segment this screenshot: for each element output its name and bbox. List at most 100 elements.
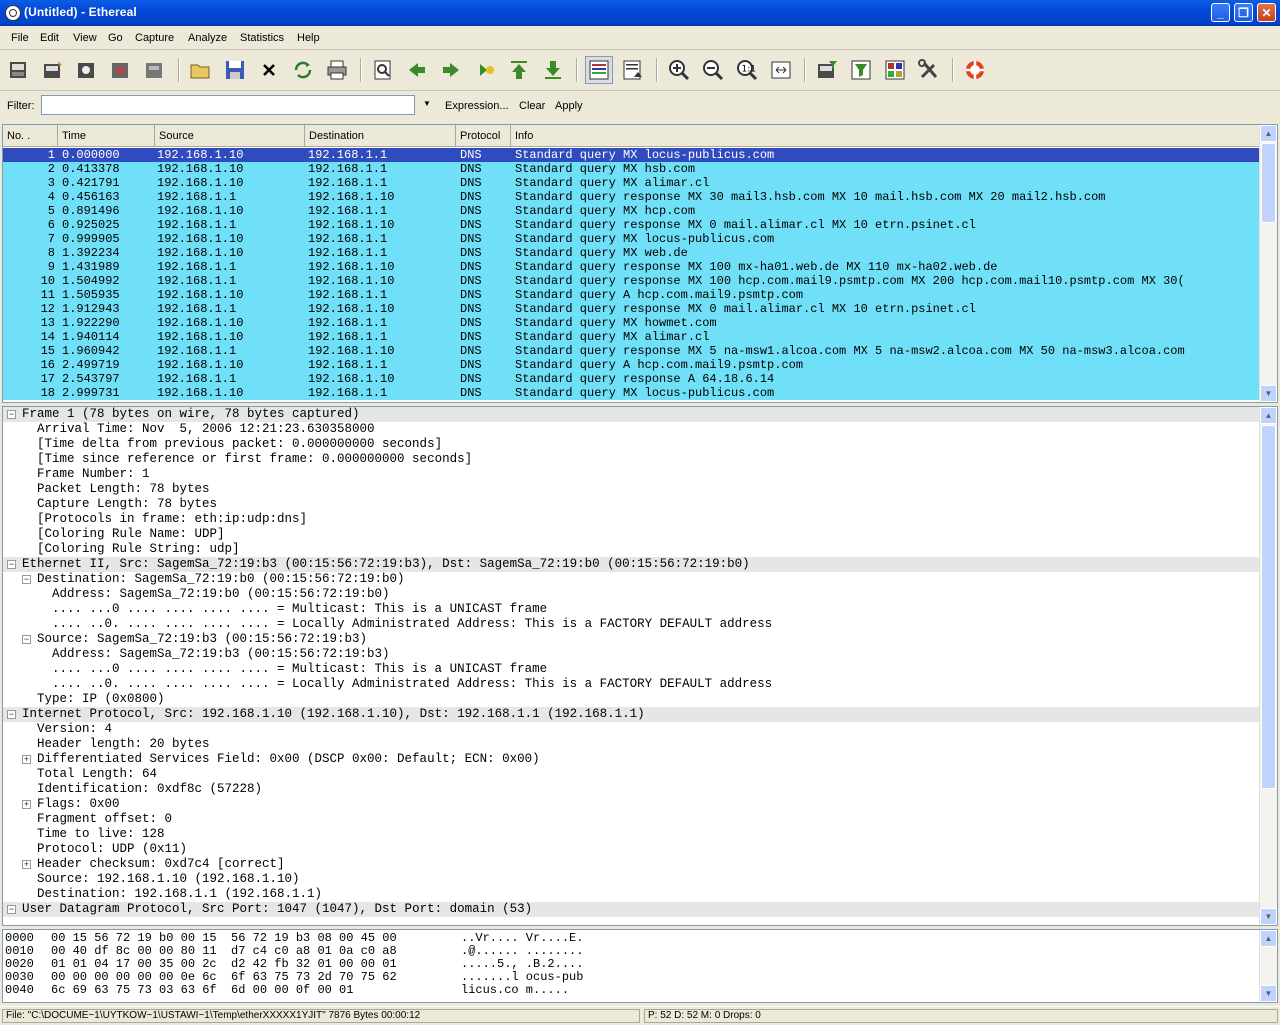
stop-icon[interactable] xyxy=(107,56,135,84)
close-icon[interactable] xyxy=(255,56,283,84)
menu-analyze[interactable]: Analyze xyxy=(188,32,227,44)
detail-field[interactable]: Arrival Time: Nov 5, 2006 12:21:23.63035… xyxy=(3,422,1259,437)
maximize-button[interactable]: ❐ xyxy=(1234,3,1253,22)
detail-protocol-header[interactable]: − Ethernet II, Src: SagemSa_72:19:b3 (00:… xyxy=(3,557,1259,572)
detail-field[interactable]: .... ...0 .... .... .... .... = Multicas… xyxy=(3,602,1259,617)
column-source[interactable]: Source xyxy=(155,125,305,147)
coloring-icon[interactable] xyxy=(881,56,909,84)
packet-row[interactable]: 9 1.431989 192.168.1.1 192.168.1.10 DNS Stand… xyxy=(3,260,1259,274)
find-icon[interactable] xyxy=(369,56,397,84)
detail-field[interactable]: Source: 192.168.1.10 (192.168.1.10) xyxy=(3,872,1259,887)
packet-row[interactable]: 14 1.940114 192.168.1.10 192.168.1.1 DNS Stan… xyxy=(3,330,1259,344)
detail-field[interactable]: [Coloring Rule Name: UDP] xyxy=(3,527,1259,542)
column-destination[interactable]: Destination xyxy=(305,125,456,147)
collapse-icon[interactable]: − xyxy=(7,905,16,914)
packet-row[interactable]: 4 0.456163 192.168.1.1 192.168.1.10 DNS Stand… xyxy=(3,190,1259,204)
last-icon[interactable] xyxy=(539,56,567,84)
packet-row[interactable]: 2 0.413378 192.168.1.10 192.168.1.1 DNS Stand… xyxy=(3,162,1259,176)
app-icon[interactable] xyxy=(5,5,21,21)
collapse-icon[interactable]: − xyxy=(7,560,16,569)
scroll-up-icon[interactable]: ▲ xyxy=(1260,125,1277,142)
detail-field[interactable]: + Header checksum: 0xd7c4 [correct] xyxy=(3,857,1259,872)
detail-field[interactable]: Total Length: 64 xyxy=(3,767,1259,782)
goto-icon[interactable] xyxy=(471,56,499,84)
detail-field[interactable]: .... ...0 .... .... .... .... = Multicas… xyxy=(3,662,1259,677)
preferences-icon[interactable] xyxy=(915,56,943,84)
detail-field[interactable]: − Destination: SagemSa_72:19:b0 (00:15:56… xyxy=(3,572,1259,587)
packet-row[interactable]: 18 2.999731 192.168.1.10 192.168.1.1 DNS Stan… xyxy=(3,386,1259,400)
detail-field[interactable]: Header length: 20 bytes xyxy=(3,737,1259,752)
packet-row[interactable]: 3 0.421791 192.168.1.10 192.168.1.1 DNS Stand… xyxy=(3,176,1259,190)
menu-capture[interactable]: Capture xyxy=(135,32,174,44)
first-icon[interactable] xyxy=(505,56,533,84)
packet-list-scrollbar[interactable]: ▲ ▼ xyxy=(1259,125,1277,402)
options-icon[interactable] xyxy=(39,56,67,84)
details-scrollbar[interactable]: ▲ ▼ xyxy=(1259,407,1277,925)
minimize-button[interactable]: _ xyxy=(1211,3,1230,22)
packet-row[interactable]: 12 1.912943 192.168.1.1 192.168.1.10 DNS Stan… xyxy=(3,302,1259,316)
expand-icon[interactable]: + xyxy=(22,860,31,869)
detail-field[interactable]: [Time delta from previous packet: 0.0000… xyxy=(3,437,1259,452)
detail-field[interactable]: Destination: 192.168.1.1 (192.168.1.1) xyxy=(3,887,1259,902)
print-icon[interactable] xyxy=(323,56,351,84)
reload-icon[interactable] xyxy=(289,56,317,84)
scroll-thumb[interactable] xyxy=(1261,143,1276,223)
scroll-down-icon[interactable]: ▼ xyxy=(1260,908,1277,925)
collapse-icon[interactable]: − xyxy=(7,410,16,419)
detail-field[interactable]: [Coloring Rule String: udp] xyxy=(3,542,1259,557)
resize-icon[interactable] xyxy=(767,56,795,84)
detail-field[interactable]: .... ..0. .... .... .... .... = Locally … xyxy=(3,617,1259,632)
clear-button[interactable]: Clear xyxy=(519,100,545,112)
detail-field[interactable]: [Protocols in frame: eth:ip:udp:dns] xyxy=(3,512,1259,527)
detail-field[interactable]: Packet Length: 78 bytes xyxy=(3,482,1259,497)
detail-field[interactable]: .... ..0. .... .... .... .... = Locally … xyxy=(3,677,1259,692)
capture-filter-icon[interactable] xyxy=(813,56,841,84)
restart-icon[interactable] xyxy=(141,56,169,84)
scroll-thumb[interactable] xyxy=(1261,425,1276,789)
expand-icon[interactable]: + xyxy=(22,800,31,809)
detail-field[interactable]: + Flags: 0x00 xyxy=(3,797,1259,812)
back-icon[interactable] xyxy=(403,56,431,84)
detail-field[interactable]: Identification: 0xdf8c (57228) xyxy=(3,782,1259,797)
detail-field[interactable]: Protocol: UDP (0x11) xyxy=(3,842,1259,857)
packet-row[interactable]: 8 1.392234 192.168.1.10 192.168.1.1 DNS Stand… xyxy=(3,246,1259,260)
detail-field[interactable]: Address: SagemSa_72:19:b0 (00:15:56:72:1… xyxy=(3,587,1259,602)
scroll-up-icon[interactable]: ▲ xyxy=(1260,407,1277,424)
display-filter-icon[interactable] xyxy=(847,56,875,84)
detail-field[interactable]: Time to live: 128 xyxy=(3,827,1259,842)
zoom-normal-icon[interactable]: 1:1 xyxy=(733,56,761,84)
help-icon[interactable] xyxy=(961,56,989,84)
expression-button[interactable]: Expression... xyxy=(445,100,509,112)
detail-field[interactable]: Type: IP (0x0800) xyxy=(3,692,1259,707)
detail-field[interactable]: + Differentiated Services Field: 0x00 (DS… xyxy=(3,752,1259,767)
packet-row[interactable]: 7 0.999905 192.168.1.10 192.168.1.1 DNS Stand… xyxy=(3,232,1259,246)
detail-field[interactable]: Version: 4 xyxy=(3,722,1259,737)
filter-dropdown-icon[interactable]: ▼ xyxy=(423,99,431,108)
packet-row[interactable]: 5 0.891496 192.168.1.10 192.168.1.1 DNS Stand… xyxy=(3,204,1259,218)
apply-button[interactable]: Apply xyxy=(555,100,583,112)
hex-line[interactable]: 0040 6c 69 63 75 73 03 63 6f 6d 00 00 0f … xyxy=(3,984,1259,997)
detail-field[interactable]: Capture Length: 78 bytes xyxy=(3,497,1259,512)
menu-help[interactable]: Help xyxy=(297,32,320,44)
zoom-in-icon[interactable] xyxy=(665,56,693,84)
detail-protocol-header[interactable]: − User Datagram Protocol, Src Port: 1047 … xyxy=(3,902,1259,917)
menu-edit[interactable]: Edit xyxy=(40,32,59,44)
packet-row[interactable]: 6 0.925025 192.168.1.1 192.168.1.10 DNS Stand… xyxy=(3,218,1259,232)
detail-field[interactable]: Fragment offset: 0 xyxy=(3,812,1259,827)
scroll-up-icon[interactable]: ▲ xyxy=(1260,930,1277,947)
packet-row[interactable]: 13 1.922290 192.168.1.10 192.168.1.1 DNS Stan… xyxy=(3,316,1259,330)
save-icon[interactable] xyxy=(221,56,249,84)
column-info[interactable]: Info xyxy=(511,125,1261,147)
collapse-icon[interactable]: − xyxy=(22,635,31,644)
detail-field[interactable]: − Source: SagemSa_72:19:b3 (00:15:56:72:1… xyxy=(3,632,1259,647)
menu-go[interactable]: Go xyxy=(108,32,123,44)
collapse-icon[interactable]: − xyxy=(7,710,16,719)
interfaces-icon[interactable] xyxy=(5,56,33,84)
packet-row[interactable]: 17 2.543797 192.168.1.1 192.168.1.10 DNS Stan… xyxy=(3,372,1259,386)
packet-row[interactable]: 1 0.000000 192.168.1.10 192.168.1.1 DNS Stand… xyxy=(3,148,1259,162)
menu-view[interactable]: View xyxy=(73,32,97,44)
close-window-button[interactable]: ✕ xyxy=(1257,3,1276,22)
column-no[interactable]: No. . xyxy=(3,125,58,147)
column-protocol[interactable]: Protocol xyxy=(456,125,511,147)
menu-statistics[interactable]: Statistics xyxy=(240,32,284,44)
